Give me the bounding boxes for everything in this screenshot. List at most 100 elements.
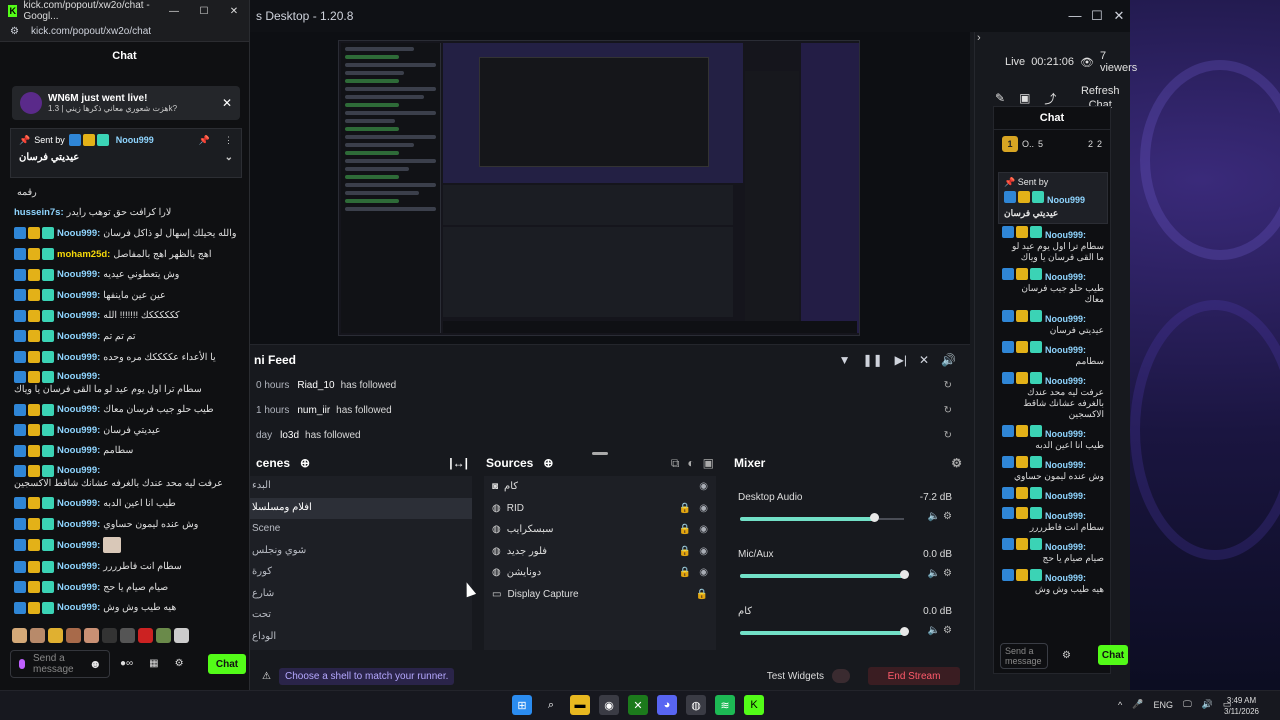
emote-icon[interactable]	[84, 628, 99, 643]
lock-icon[interactable]: 🔒	[679, 503, 691, 514]
chat-username[interactable]: Noou999:	[57, 601, 100, 614]
embedded-pinned-message[interactable]: 📌 Sent by Noou999 عيديتي فرسان	[998, 172, 1108, 224]
chevron-down-icon[interactable]: ⌄	[225, 152, 233, 163]
add-source-icon[interactable]: ⊕	[543, 456, 553, 470]
source-item[interactable]: ◙ كام ◉	[484, 476, 716, 498]
slider-handle[interactable]	[870, 513, 879, 522]
scene-item[interactable]: تحت	[248, 605, 472, 627]
end-stream-button[interactable]: End Stream	[868, 667, 960, 685]
slider-handle[interactable]	[900, 570, 909, 579]
minimize-icon[interactable]: —	[159, 6, 189, 17]
maximize-icon[interactable]: ☐	[189, 6, 219, 17]
source-item[interactable]: ◍ دونايشن 🔒 ◉	[484, 562, 716, 584]
speaker-icon[interactable]: 🔈	[928, 625, 940, 636]
chevron-right-icon[interactable]: ›	[975, 32, 981, 44]
chat-username[interactable]: Noou999:	[57, 289, 100, 302]
chat-username[interactable]: Noou999:	[1045, 314, 1086, 324]
pinned-message[interactable]: 📌 Sent by Noou999 📌 ⋮ عيديتي فرسان ⌄	[10, 128, 242, 178]
eye-icon[interactable]: ◉	[699, 546, 708, 557]
unpin-icon[interactable]: 📌	[199, 135, 210, 146]
share-icon[interactable]: ⤴	[1044, 90, 1056, 107]
robot-icon[interactable]: ▣	[1019, 91, 1030, 105]
xbox-icon[interactable]: ✕	[628, 695, 648, 715]
chat-username[interactable]: Noou999:	[57, 424, 100, 437]
chat-message[interactable]: Noou999: طيب انا اعين الدبه	[0, 493, 246, 514]
close-icon[interactable]: ✕	[222, 96, 232, 110]
taskbar-clock[interactable]: 3:49 AM 3/11/2026	[1224, 695, 1259, 717]
chat-username[interactable]: Noou999:	[57, 464, 100, 477]
embedded-chat-input[interactable]: Send a message	[1000, 643, 1048, 669]
emote-icon[interactable]	[174, 628, 189, 643]
chat-message[interactable]: Noou999: عرفت ليه محد عندك بالغرفه عشانك …	[0, 461, 246, 493]
eye-icon[interactable]: ◉	[699, 567, 708, 578]
pause-icon[interactable]: ❚❚	[863, 353, 883, 367]
chat-username[interactable]: hussein7s:	[14, 206, 64, 219]
filter-source-icon[interactable]: ⧉	[671, 456, 680, 471]
feed-user[interactable]: Riad_10	[297, 380, 334, 391]
emote-icon[interactable]	[48, 628, 63, 643]
source-item[interactable]: ▭ Display Capture 🔒	[484, 584, 716, 606]
settings-icon[interactable]: ⚙	[1062, 650, 1071, 661]
scene-item[interactable]: شوي ونجلس	[248, 541, 472, 563]
feed-user[interactable]: lo3d	[280, 430, 299, 441]
chat-message[interactable]: Noou999: سطامم	[0, 441, 246, 462]
chat-username[interactable]: Noou999:	[1045, 230, 1086, 240]
volume-icon[interactable]: 🔊	[941, 353, 956, 367]
chat-message[interactable]: Noou999:	[0, 534, 246, 556]
chat-username[interactable]: Noou999:	[57, 560, 100, 573]
dock-resize-handle[interactable]	[592, 452, 608, 455]
source-item[interactable]: ◍ فلور جديد 🔒 ◉	[484, 541, 716, 563]
emote-icon[interactable]	[66, 628, 81, 643]
chat-username[interactable]: Noou999:	[57, 227, 100, 240]
scene-item[interactable]: البدء	[248, 476, 472, 498]
feed-user[interactable]: num_iir	[297, 405, 330, 416]
chat-send-button[interactable]: Chat	[208, 654, 246, 674]
gear-icon[interactable]: ⚙	[943, 568, 952, 579]
chat-username[interactable]: Noou999:	[1045, 573, 1086, 583]
chat-username[interactable]: Noou999:	[1045, 345, 1086, 355]
discord-icon[interactable]: ◕	[657, 695, 677, 715]
pinned-user[interactable]: Noou999	[116, 135, 154, 145]
chrome-address-bar[interactable]: ⚙ kick.com/popout/xw2o/chat	[0, 22, 249, 42]
chat-message[interactable]: Noou999: تم تم تم	[0, 326, 246, 347]
status-tip[interactable]: Choose a shell to match your runner.	[278, 667, 455, 685]
stream-preview[interactable]	[338, 40, 860, 336]
source-item[interactable]: ◍ سبسكرايب 🔒 ◉	[484, 519, 716, 541]
eye-icon[interactable]: ◉	[699, 481, 708, 492]
chat-username[interactable]: Noou999:	[57, 330, 100, 343]
lock-icon[interactable]: 🔒	[679, 546, 691, 557]
warning-icon[interactable]: ⚠	[262, 671, 271, 682]
embedded-chat-send-button[interactable]: Chat	[1098, 645, 1128, 665]
emote-icon[interactable]	[156, 628, 171, 643]
chat-username[interactable]: moham25d:	[57, 248, 110, 261]
mute-alerts-icon[interactable]: ✕	[919, 353, 929, 367]
obs-icon[interactable]: ◍	[686, 695, 706, 715]
scene-item[interactable]: Scene	[248, 519, 472, 541]
chat-message[interactable]: Noou999: يا الأعداء عككككك مره وحده	[0, 347, 246, 368]
chat-username[interactable]: Noou999:	[1045, 511, 1086, 521]
went-live-toast[interactable]: WN6M just went live! هزت شعوري معاني ذكر…	[12, 86, 240, 120]
add-scene-icon[interactable]: ⊕	[300, 456, 310, 470]
replay-icon[interactable]: ↻	[944, 430, 952, 441]
more-icon[interactable]: ⋮	[224, 135, 233, 146]
volume-icon[interactable]: 🔊	[1202, 699, 1213, 710]
slider-handle[interactable]	[900, 627, 909, 636]
gear-icon[interactable]: ⚙	[943, 625, 952, 636]
volume-slider[interactable]: 🔈 ⚙	[738, 623, 958, 641]
chat-message[interactable]: Noou999: هيه طيب وش وش	[0, 598, 246, 619]
chat-message[interactable]: Noou999: والله يحيلك إسهال لو ذاكل فرسان	[0, 223, 246, 244]
chat-username[interactable]: Noou999:	[1045, 542, 1086, 552]
chrome-icon[interactable]: ◉	[599, 695, 619, 715]
chat-username[interactable]: Noou999:	[57, 539, 100, 552]
chat-username[interactable]: Noou999:	[1045, 491, 1086, 501]
eye-icon[interactable]: ◉	[699, 503, 708, 514]
transition-icon[interactable]: |↔|	[449, 456, 468, 470]
emote-icon[interactable]	[30, 628, 45, 643]
chat-username[interactable]: Noou999:	[1045, 272, 1086, 282]
lock-icon[interactable]: 🔒	[679, 567, 691, 578]
language-indicator[interactable]: ENG	[1153, 700, 1173, 710]
emote-icon[interactable]	[120, 628, 135, 643]
scene-item[interactable]: شارع	[248, 584, 472, 606]
chat-message[interactable]: Noou999: وش يتعطوني عيديه	[0, 264, 246, 285]
chat-message[interactable]: رقمه	[0, 182, 246, 203]
